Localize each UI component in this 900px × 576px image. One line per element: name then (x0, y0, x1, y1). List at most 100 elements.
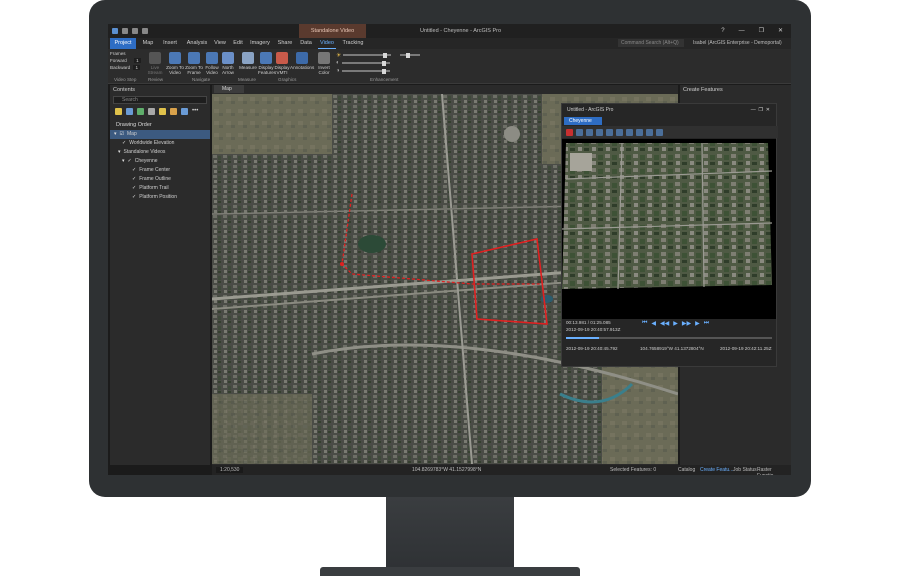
bottom-tab-catalog[interactable]: Catalog (678, 467, 695, 473)
tree-item-platform-trail[interactable]: ✓ Platform Trail (110, 184, 210, 193)
north-arrow-icon (222, 52, 234, 64)
settings-icon[interactable] (656, 128, 663, 136)
tab-project[interactable]: Project (110, 38, 136, 49)
zoom-to-video-button[interactable]: Zoom To Video (166, 51, 184, 75)
capture-frame-icon[interactable] (606, 128, 613, 136)
brightness-slider[interactable]: ☀ (336, 52, 392, 59)
video-tab-cheyenne[interactable]: Cheyenne (564, 117, 602, 125)
tab-video[interactable]: Video (318, 38, 336, 49)
video-elapsed-time: 00:13.981 / 01:25.085 (566, 320, 611, 325)
skip-back-icon[interactable]: ⏮ (642, 320, 647, 327)
measure-button[interactable]: Measure (237, 51, 259, 70)
group-graphics: Graphics (278, 77, 297, 82)
redo-icon[interactable] (142, 28, 148, 34)
north-arrow-button[interactable]: North Arrow (220, 51, 236, 75)
user-account[interactable]: Isabel (ArcGIS Enterprise - Demoportal) (693, 38, 782, 49)
bottom-tab-job-status[interactable]: Job Status (733, 467, 757, 473)
bookmark-icon[interactable] (596, 128, 603, 136)
map-tab[interactable]: Map (214, 85, 244, 93)
list-by-snapping-icon[interactable] (159, 108, 166, 115)
tree-item-worldwide-elevation[interactable]: ✓ Worldwide Elevation (110, 139, 210, 148)
checkbox-icon[interactable]: ✓ (132, 193, 136, 202)
contrast-slider[interactable]: ◐ (336, 60, 390, 66)
list-by-drawing-order-icon[interactable] (115, 108, 122, 115)
annotations-icon (296, 52, 308, 64)
minimize-button[interactable]: — (739, 24, 745, 38)
list-by-labeling-icon[interactable] (170, 108, 177, 115)
tab-edit[interactable]: Edit (231, 38, 245, 49)
list-by-editing-icon[interactable] (148, 108, 155, 115)
list-by-perspective-icon[interactable] (181, 108, 188, 115)
skip-forward-icon[interactable]: ⏭ (704, 320, 709, 327)
display-vmti-button[interactable]: Display VMTI (274, 51, 290, 75)
checkbox-icon[interactable]: ✓ (132, 166, 136, 175)
tab-imagery[interactable]: Imagery (248, 38, 272, 49)
tab-map[interactable]: Map (140, 38, 156, 49)
list-by-source-icon[interactable] (126, 108, 133, 115)
play-icon[interactable]: ▶ (673, 320, 678, 327)
tree-item-standalone-videos[interactable]: ▾ Standalone Videos (110, 148, 210, 157)
help-button[interactable]: ? (721, 24, 724, 38)
tab-insert[interactable]: Insert (160, 38, 180, 49)
tree-item-frame-center[interactable]: ✓ Frame Center (110, 166, 210, 175)
record-icon[interactable] (566, 128, 573, 136)
pan-video-icon[interactable] (586, 128, 593, 136)
checkbox-icon[interactable]: ✓ (132, 184, 136, 193)
expand-icon[interactable]: ▾ (114, 130, 117, 139)
rewind-icon[interactable]: ◀◀ (660, 320, 669, 327)
checkbox-icon[interactable]: ✓ (132, 175, 136, 184)
checkbox-icon[interactable]: ✓ (122, 139, 126, 148)
checkbox-icon[interactable]: ✓ (128, 157, 132, 166)
step-forward-icon[interactable]: ▶ (695, 320, 700, 327)
maximize-button[interactable]: ❐ (759, 24, 764, 38)
export-icon[interactable] (616, 128, 623, 136)
forward-value-input[interactable]: 1 (134, 58, 141, 63)
zoom-to-frame-button[interactable]: Zoom To Frame (185, 51, 203, 75)
graphics-icon[interactable] (646, 128, 653, 136)
contents-title: Contents (110, 85, 210, 95)
selected-features-count[interactable]: Selected Features: 0 (610, 467, 656, 473)
video-frame[interactable] (562, 139, 776, 319)
drawing-order-heading: Drawing Order (116, 122, 152, 128)
tab-view[interactable]: View (212, 38, 228, 49)
save-icon[interactable] (122, 28, 128, 34)
command-search-input[interactable]: Command Search (Alt+Q) (618, 39, 684, 47)
tree-item-frame-outline[interactable]: ✓ Frame Outline (110, 175, 210, 184)
annotations-button[interactable]: Annotations (290, 51, 314, 70)
map-scale-input[interactable]: 1:20,530 (216, 467, 244, 473)
live-stream-button[interactable]: Live Stream (146, 51, 164, 75)
saturation-slider[interactable]: ◑ (336, 68, 390, 74)
step-back-icon[interactable]: ◀ (651, 320, 656, 327)
tree-item-platform-position[interactable]: ✓ Platform Position (110, 193, 210, 202)
contents-search-input[interactable]: Search (113, 96, 207, 104)
tab-data[interactable]: Data (298, 38, 314, 49)
gamma-slider[interactable] (400, 52, 420, 58)
video-window-controls[interactable]: — ❐ ✕ (751, 104, 770, 116)
more-options-icon[interactable]: ••• (192, 108, 199, 115)
frames-label: Frames (110, 51, 126, 56)
follow-video-button[interactable]: Follow Video (204, 51, 220, 75)
invert-color-button[interactable]: Invert Color (316, 51, 332, 75)
checkbox-icon[interactable]: ☑ (120, 130, 124, 139)
snapshot-icon[interactable] (626, 128, 633, 136)
backward-value-input[interactable]: 1 (133, 65, 141, 70)
follow-video-icon (206, 52, 218, 64)
tree-item-map[interactable]: ▾ ☑ Map (110, 130, 210, 139)
video-timeline[interactable] (566, 337, 772, 339)
tab-share[interactable]: Share (276, 38, 294, 49)
tree-item-cheyenne[interactable]: ▾ ✓ Cheyenne (110, 157, 210, 166)
live-stream-icon (149, 52, 161, 64)
close-button[interactable]: ✕ (778, 24, 783, 38)
tab-tracking[interactable]: Tracking (340, 38, 366, 49)
list-by-selection-icon[interactable] (137, 108, 144, 115)
display-features-button[interactable]: Display Features (258, 51, 276, 75)
bottom-tab-create-features[interactable]: Create Featu... (700, 467, 733, 473)
bottom-tab-raster-functions[interactable]: Raster Functio... (757, 467, 791, 475)
undo-icon[interactable] (132, 28, 138, 34)
tab-analysis[interactable]: Analysis (184, 38, 210, 49)
expand-icon[interactable]: ▾ (122, 157, 125, 166)
measure-video-icon[interactable] (636, 128, 643, 136)
zoom-video-icon[interactable] (576, 128, 583, 136)
expand-icon[interactable]: ▾ (118, 148, 121, 157)
fast-forward-icon[interactable]: ▶▶ (682, 320, 691, 327)
